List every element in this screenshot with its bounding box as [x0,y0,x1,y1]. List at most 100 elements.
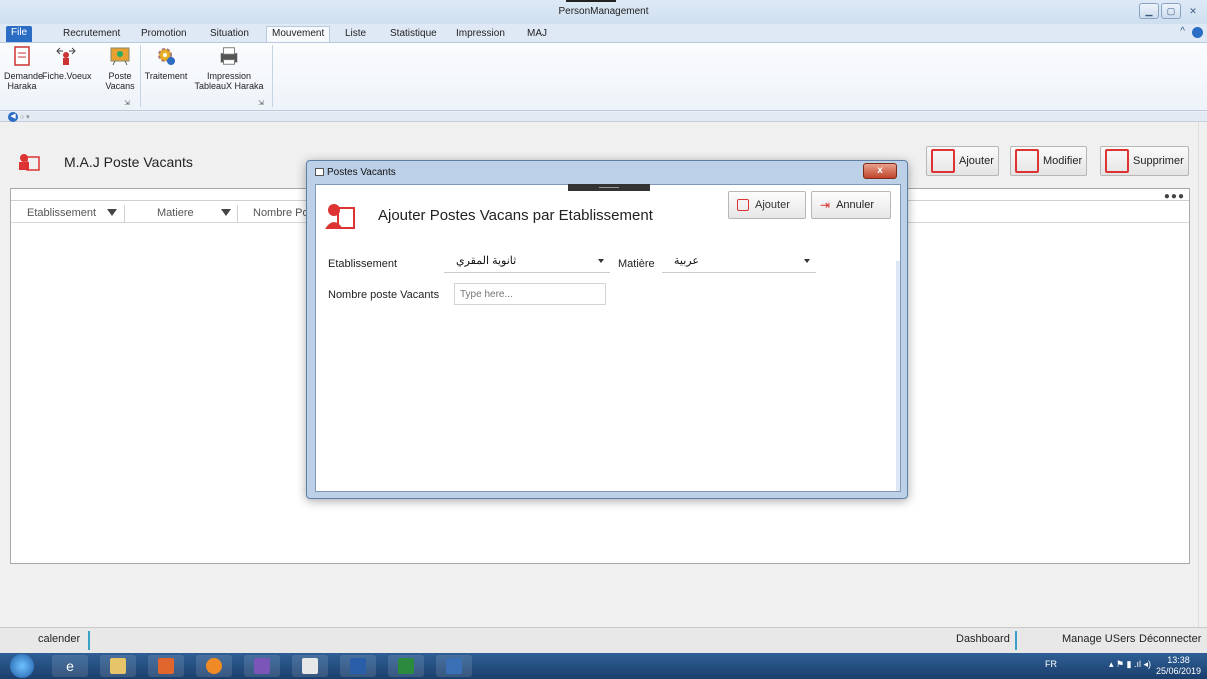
demande-haraka-label-line2: Haraka [7,81,37,91]
dialog-cancel-label: Annuler [836,199,874,211]
tab-liste[interactable]: Liste [340,27,371,43]
edit-record-icon [1015,149,1039,173]
add-button[interactable]: Ajouter [926,146,999,176]
column-header-etablissement[interactable]: Etablissement [27,207,96,219]
filter-icon[interactable] [107,209,117,216]
tab-statistique[interactable]: Statistique [385,27,442,43]
tab-file[interactable]: File [6,26,33,42]
matiere-select[interactable]: عربية [662,251,816,273]
poste-vacans-button[interactable]: Poste Vacans [102,45,138,91]
etablissement-value: ثانوية المقري [456,255,517,267]
column-separator [237,205,238,223]
user-card-icon [19,154,40,171]
chevron-down-icon [598,259,604,263]
taskbar: e FR ▴ ⚑ ▮ .ıl ◂) 13:38 25/06/2019 [0,653,1207,679]
matiere-label: Matière [618,258,655,270]
fiche-voeux-button[interactable]: Fiche.Voeux [42,45,92,81]
traitement-button[interactable]: Traitement [144,45,188,81]
more-options-icon[interactable]: ●●● [1164,191,1185,202]
dialog-add-label: Ajouter [755,199,790,211]
forward-arrow-icon[interactable]: ○ ▾ [20,113,30,121]
tab-recrutement[interactable]: Recrutement [58,27,125,43]
poste-vacans-label-line2: Vacans [105,81,135,91]
close-icon[interactable]: ✕ [1183,3,1203,19]
dialog-close-button[interactable]: x [863,163,897,179]
help-icon[interactable] [1192,27,1203,38]
tab-mouvement[interactable]: Mouvement [266,26,331,42]
board-icon [109,45,131,67]
etablissement-label: Etablissement [328,258,398,270]
minimize-icon[interactable]: ▁ [1139,3,1159,19]
dialog-scrollbar[interactable] [896,261,900,491]
dashboard-link[interactable]: Dashboard [956,633,1010,645]
back-arrow-icon[interactable]: ◀ [8,112,18,122]
language-indicator[interactable]: FR [1045,659,1057,669]
save-icon [737,199,749,211]
firefox-icon[interactable] [196,655,232,677]
drag-handle[interactable] [568,184,650,191]
nombre-postes-label: Nombre poste Vacants [328,289,440,301]
logout-link[interactable]: Déconnecter [1139,633,1201,645]
column-header-matiere[interactable]: Matiere [157,207,194,219]
exit-icon: ⇥ [820,198,831,212]
ribbon-separator [140,45,141,107]
nombre-postes-input[interactable] [454,283,606,305]
ribbon-panel: Demande Haraka Fiche.Voeux Poste Vacans … [0,43,1207,111]
main-scrollbar[interactable] [1198,122,1207,627]
column-header-nombre[interactable]: Nombre Po [253,207,309,219]
tab-maj[interactable]: MAJ [522,27,552,43]
add-button-label: Ajouter [959,155,994,167]
dialog-add-button[interactable]: Ajouter [728,191,806,219]
status-separator [1015,631,1017,650]
office-icon[interactable] [148,655,184,677]
demande-haraka-button[interactable]: Demande Haraka [4,45,44,91]
delete-button[interactable]: Supprimer [1100,146,1189,176]
status-bar: calender Dashboard Manage USers Déconnec… [0,627,1207,653]
fiche-voeux-label: Fiche.Voeux [42,71,92,81]
ie-icon[interactable]: e [52,655,88,677]
add-record-icon [931,149,955,173]
app-icon[interactable] [436,655,472,677]
system-tray-icons[interactable]: ▴ ⚑ ▮ .ıl ◂) [1109,659,1151,670]
visual-studio-icon[interactable] [244,655,280,677]
ribbon-collapse-icon[interactable]: ^ [1180,26,1185,37]
demande-haraka-label-line1: Demande [4,71,44,81]
ribbon-separator [272,45,273,107]
group-launcher-icon[interactable]: ⇲ [124,99,130,107]
clock-date: 25/06/2019 [1155,666,1201,676]
column-separator [124,205,125,223]
window-icon [315,168,324,176]
delete-button-label: Supprimer [1133,155,1184,167]
tab-situation[interactable]: Situation [205,27,254,43]
poste-vacans-label-line1: Poste [108,71,132,81]
manage-users-link[interactable]: Manage USers [1062,633,1135,645]
project-icon[interactable] [292,655,328,677]
dialog-cancel-button[interactable]: ⇥ Annuler [811,191,891,219]
explorer-icon[interactable] [100,655,136,677]
user-card-icon [325,204,355,229]
edit-button-label: Modifier [1043,155,1083,167]
excel-icon[interactable] [388,655,424,677]
start-button-icon[interactable] [10,654,34,678]
impression-label-line2: TableauX Haraka [194,81,264,91]
gear-icon [155,45,177,67]
delete-record-icon [1105,149,1129,173]
page-title: M.A.J Poste Vacants [64,154,193,170]
window-title: PersonManagement [558,6,649,17]
postes-vacants-dialog: Postes Vacants x Ajouter Postes Vacans p… [306,160,908,499]
etablissement-select[interactable]: ثانوية المقري [444,251,610,273]
filter-icon[interactable] [221,209,231,216]
dialog-heading: Ajouter Postes Vacans par Etablissement [378,207,653,224]
calender-link[interactable]: calender [38,633,80,645]
impression-tableaux-button[interactable]: Impression TableauX Haraka [190,45,268,91]
navigation-bar: ◀ ○ ▾ [0,112,1207,122]
word-icon[interactable] [340,655,376,677]
maximize-icon[interactable]: ▢ [1161,3,1181,19]
tab-promotion[interactable]: Promotion [136,27,192,43]
group-launcher-icon[interactable]: ⇲ [258,99,264,107]
dialog-body: Ajouter Postes Vacans par Etablissement … [315,184,901,492]
edit-button[interactable]: Modifier [1010,146,1088,176]
tab-impression[interactable]: Impression [451,27,510,43]
chevron-down-icon [804,259,810,263]
clock[interactable]: 13:38 25/06/2019 [1156,655,1201,677]
